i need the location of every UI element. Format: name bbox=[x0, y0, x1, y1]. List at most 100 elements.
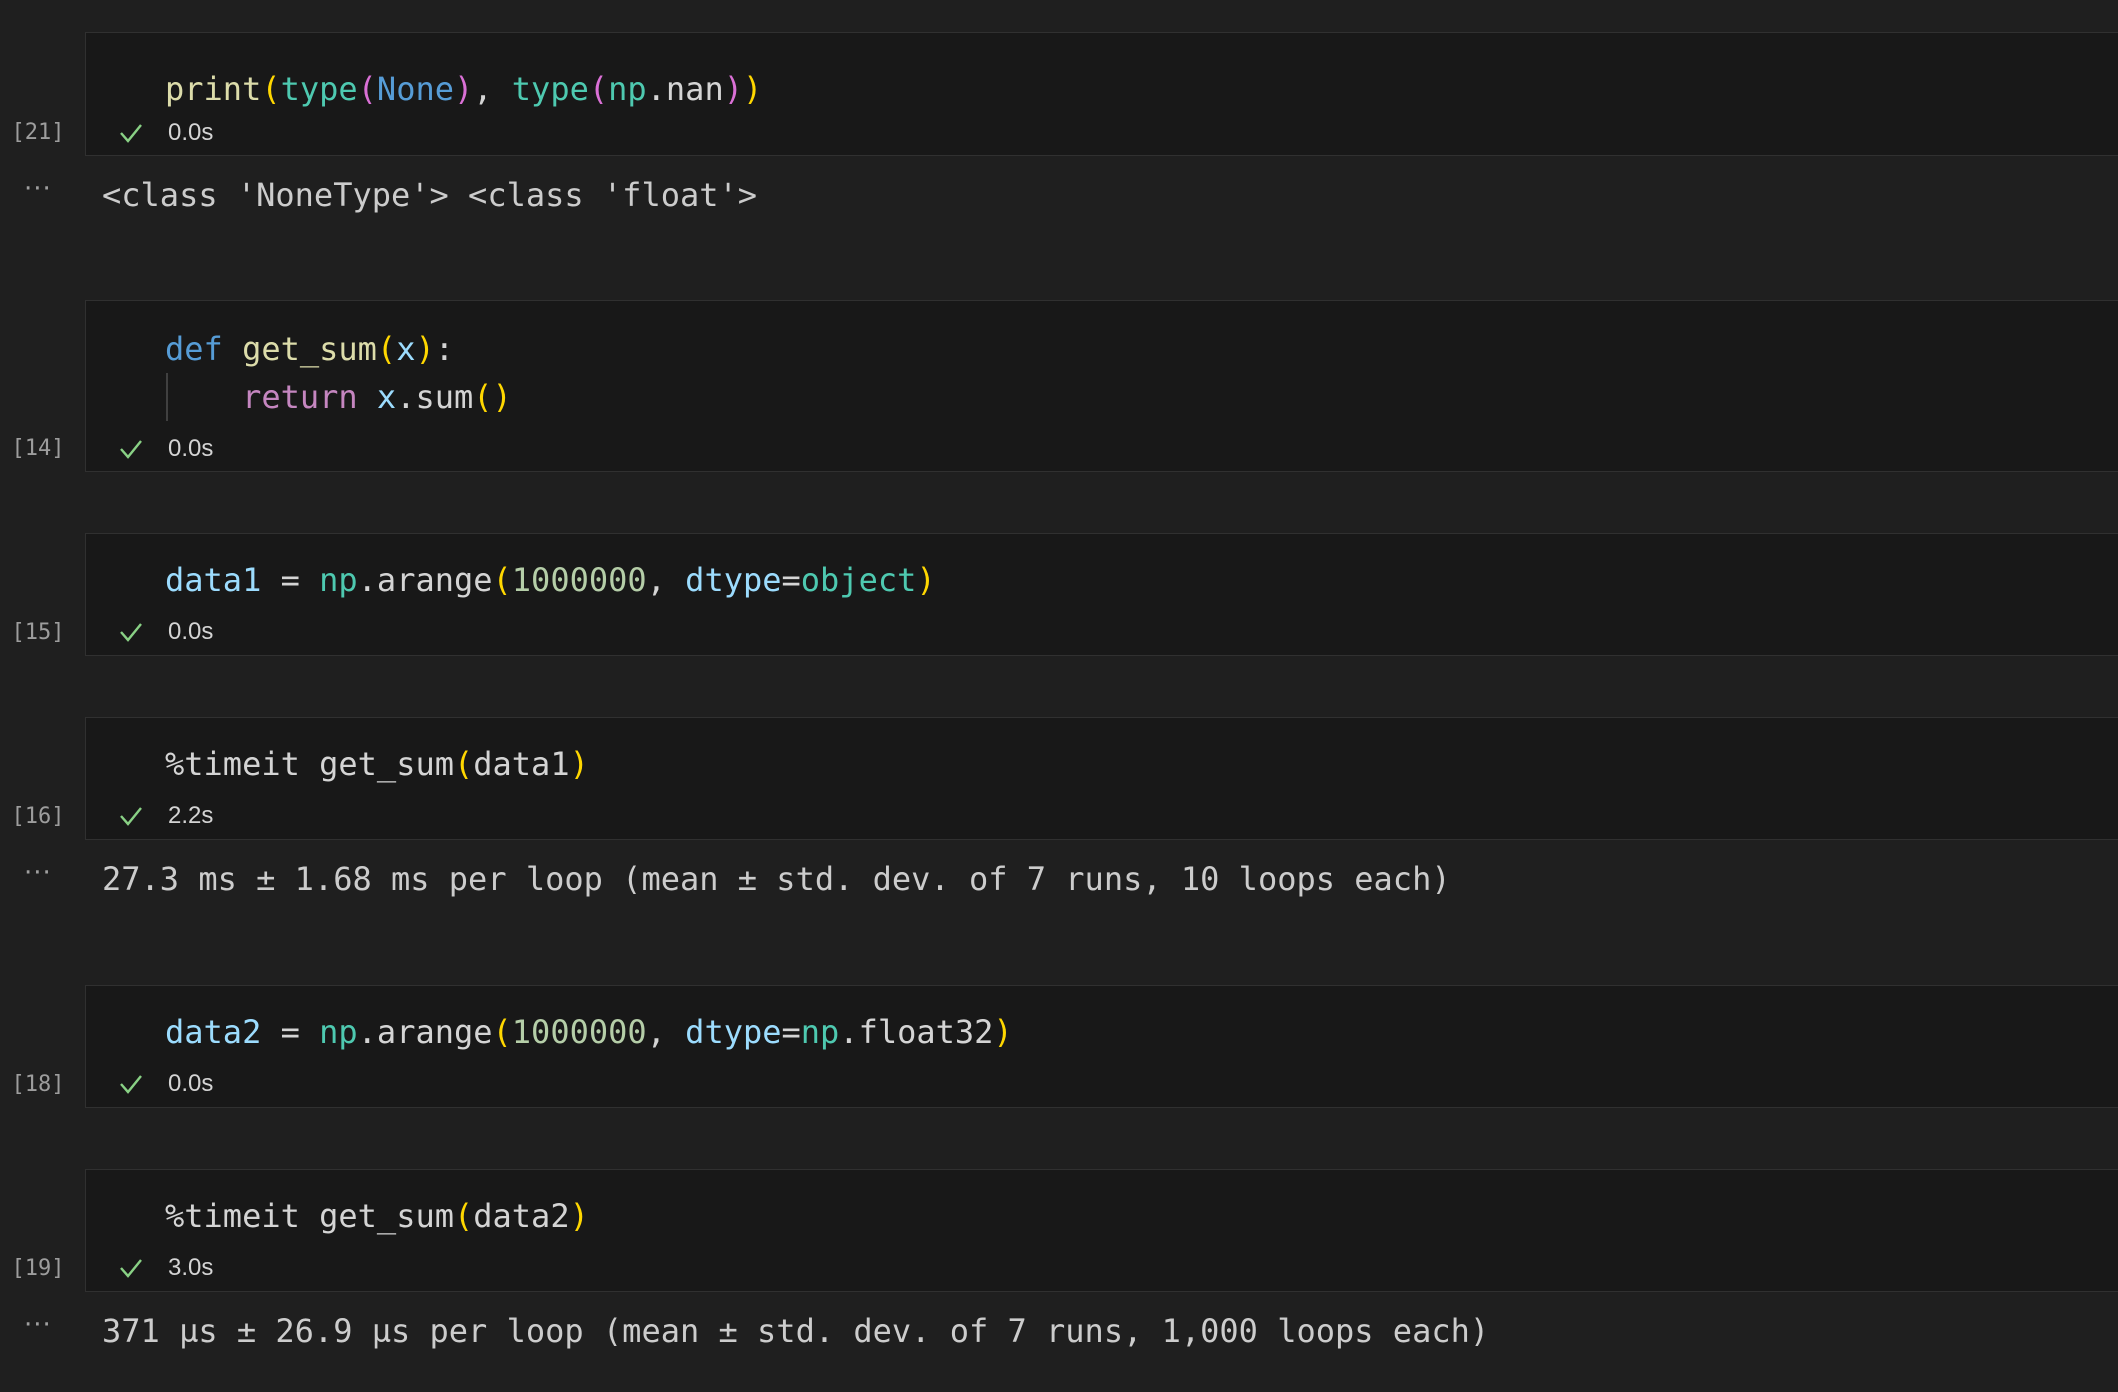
code-token: np bbox=[319, 1013, 358, 1051]
code-token: ( bbox=[376, 330, 397, 368]
ellipsis-icon[interactable]: ··· bbox=[24, 858, 60, 888]
execution-time: 0.0s bbox=[168, 1070, 214, 1097]
execution-time: 0.0s bbox=[168, 618, 214, 645]
execution-count: [18] bbox=[11, 1072, 65, 1097]
execution-count: [21] bbox=[11, 120, 65, 145]
code-cell-editor[interactable]: print(type(None), type(np.nan)) 0.0s bbox=[85, 32, 2118, 156]
code-token: object bbox=[800, 561, 917, 599]
code-line: %timeit get_sum(data1) bbox=[165, 740, 589, 788]
execution-status: 0.0s bbox=[118, 119, 213, 147]
code-token: return bbox=[242, 378, 358, 416]
code-token: ( bbox=[492, 1013, 512, 1051]
code-token: type bbox=[280, 70, 358, 108]
code-token: .float32 bbox=[839, 1013, 994, 1051]
code-token: data2 bbox=[165, 1013, 262, 1051]
execution-status: 2.2s bbox=[118, 802, 213, 830]
code-token: 1000000 bbox=[511, 561, 647, 599]
code-token: ) bbox=[569, 1197, 589, 1235]
code-token: None bbox=[376, 70, 454, 108]
code-token: ) bbox=[916, 561, 936, 599]
code-token: .nan bbox=[646, 70, 724, 108]
code-token: .arange bbox=[357, 561, 493, 599]
code-line: %timeit get_sum(data2) bbox=[165, 1192, 589, 1240]
code-token: def bbox=[165, 330, 223, 368]
execution-status: 0.0s bbox=[118, 435, 213, 463]
code-token: ) bbox=[415, 330, 435, 368]
code-token: np bbox=[608, 70, 647, 108]
code-token: ( bbox=[492, 561, 512, 599]
cell-output: 371 µs ± 26.9 µs per loop (mean ± std. d… bbox=[102, 1312, 1490, 1350]
code-token: ( bbox=[588, 70, 609, 108]
code-token: , bbox=[473, 70, 512, 108]
check-icon bbox=[120, 124, 142, 143]
code-token: x bbox=[376, 378, 397, 416]
code-token: data1 bbox=[473, 745, 570, 783]
code-token: ) bbox=[569, 745, 589, 783]
code-token: %timeit get_sum bbox=[165, 745, 454, 783]
execution-time: 0.0s bbox=[168, 435, 214, 462]
execution-time: 2.2s bbox=[168, 802, 214, 829]
execution-time: 0.0s bbox=[168, 119, 214, 146]
code-token: type bbox=[511, 70, 589, 108]
code-token: %timeit get_sum bbox=[165, 1197, 454, 1235]
code-token: dtype bbox=[685, 1013, 782, 1051]
code-line: return x.sum() bbox=[165, 373, 512, 421]
code-line: data2 = np.arange(1000000, dtype=np.floa… bbox=[165, 1008, 1013, 1056]
code-token: = bbox=[261, 561, 320, 599]
cell-output: 27.3 ms ± 1.68 ms per loop (mean ± std. … bbox=[102, 860, 1451, 898]
code-cell-editor[interactable]: data1 = np.arange(1000000, dtype=object)… bbox=[85, 533, 2118, 656]
code-token: dtype bbox=[685, 561, 782, 599]
execution-count: [15] bbox=[11, 620, 65, 645]
code-token: ) bbox=[742, 70, 763, 108]
ellipsis-icon[interactable]: ··· bbox=[24, 174, 60, 204]
check-icon bbox=[120, 440, 142, 459]
code-line: def get_sum(x): bbox=[165, 325, 454, 373]
ellipsis-icon[interactable]: ··· bbox=[24, 1310, 60, 1340]
execution-count: [16] bbox=[11, 804, 65, 829]
code-token: ( bbox=[261, 70, 281, 108]
execution-count: [14] bbox=[11, 436, 65, 461]
code-token: ( bbox=[357, 70, 377, 108]
execution-status: 0.0s bbox=[118, 618, 213, 646]
code-token: x bbox=[396, 330, 416, 368]
check-icon bbox=[120, 1259, 142, 1278]
code-token: = bbox=[261, 1013, 320, 1051]
code-token: data1 bbox=[165, 561, 262, 599]
code-token: .sum bbox=[396, 378, 474, 416]
code-token: ( bbox=[453, 745, 474, 783]
code-token: , bbox=[646, 1013, 686, 1051]
execution-count: [19] bbox=[11, 1256, 65, 1281]
code-token: .arange bbox=[357, 1013, 493, 1051]
execution-time: 3.0s bbox=[168, 1254, 214, 1281]
code-token: : bbox=[434, 330, 454, 368]
check-icon bbox=[120, 623, 142, 642]
code-token: ( bbox=[453, 1197, 474, 1235]
cell-output: <class 'NoneType'> <class 'float'> bbox=[102, 176, 758, 214]
code-token: np bbox=[319, 561, 358, 599]
execution-status: 3.0s bbox=[118, 1254, 213, 1282]
code-token: () bbox=[473, 378, 512, 416]
code-token: print bbox=[165, 70, 262, 108]
code-cell-editor[interactable]: %timeit get_sum(data2) 3.0s bbox=[85, 1169, 2118, 1292]
code-token: ) bbox=[453, 70, 474, 108]
code-cell-editor[interactable]: data2 = np.arange(1000000, dtype=np.floa… bbox=[85, 985, 2118, 1108]
check-icon bbox=[120, 807, 142, 826]
code-token: np bbox=[800, 1013, 840, 1051]
check-icon bbox=[120, 1075, 142, 1094]
code-token: = bbox=[781, 561, 801, 599]
execution-status: 0.0s bbox=[118, 1070, 213, 1098]
code-token: = bbox=[781, 1013, 801, 1051]
code-token: , bbox=[646, 561, 686, 599]
code-line: data1 = np.arange(1000000, dtype=object) bbox=[165, 556, 936, 604]
code-cell-editor[interactable]: %timeit get_sum(data1) 2.2s bbox=[85, 717, 2118, 840]
code-cell-editor[interactable]: def get_sum(x): return x.sum() 0.0s bbox=[85, 300, 2118, 472]
code-token: ) bbox=[723, 70, 743, 108]
code-token: ) bbox=[993, 1013, 1013, 1051]
code-token: 1000000 bbox=[511, 1013, 647, 1051]
code-token: data2 bbox=[473, 1197, 570, 1235]
code-token: get_sum bbox=[242, 330, 377, 368]
code-line: print(type(None), type(np.nan)) bbox=[165, 65, 762, 113]
